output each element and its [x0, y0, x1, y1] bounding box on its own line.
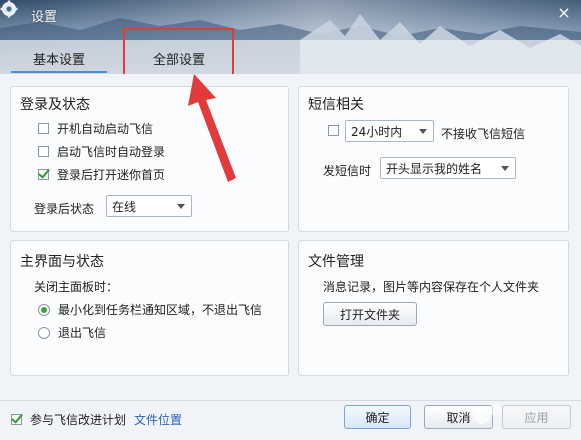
settings-window: 设置 × 基本设置 全部设置 登录及状态 开机自动启动飞信 启动飞信时自动登录: [0, 0, 581, 440]
option-minimize-to-tray[interactable]: 最小化到任务栏通知区域，不退出飞信: [38, 301, 262, 318]
main-ui-title: 主界面与状态: [20, 254, 104, 270]
main-ui-panel: 主界面与状态 关闭主面板时： 最小化到任务栏通知区域，不退出飞信 退出飞信: [10, 240, 289, 376]
send-option-select[interactable]: 开头显示我的姓名: [380, 157, 516, 179]
exit-radio[interactable]: [38, 326, 50, 339]
hours-value: 24小时内: [351, 124, 403, 139]
file-management-desc: 消息记录，图片等内容保存在个人文件夹: [323, 280, 540, 294]
auto-login-label: 启动飞信时自动登录: [57, 145, 166, 159]
close-panel-label: 关闭主面板时：: [34, 280, 119, 294]
option-exit[interactable]: 退出飞信: [38, 324, 106, 341]
watermark-logo: [474, 404, 502, 424]
minimize-radio[interactable]: [38, 303, 50, 316]
login-status-select[interactable]: 在线: [106, 195, 192, 217]
option-open-mini-home[interactable]: 登录后打开迷你首页: [38, 166, 165, 183]
tab-basic-settings[interactable]: 基本设置: [11, 44, 107, 72]
annotation-highlight-box: [123, 28, 234, 77]
auto-start-label: 开机自动启动飞信: [57, 122, 154, 136]
header-banner: 设置 × 基本设置 全部设置: [0, 0, 581, 74]
tab-basic-settings-label: 基本设置: [32, 52, 85, 68]
send-label: 发短信时: [323, 164, 372, 178]
exit-label: 退出飞信: [58, 326, 107, 340]
open-folder-label: 打开文件夹: [339, 307, 400, 322]
file-management-title: 文件管理: [308, 254, 364, 270]
file-location-link[interactable]: 文件位置: [134, 411, 182, 428]
chevron-down-icon: [177, 204, 185, 209]
ok-label: 确定: [365, 410, 390, 425]
close-icon: ×: [557, 2, 571, 22]
send-option-value: 开头显示我的姓名: [386, 161, 483, 176]
auto-start-checkbox[interactable]: [38, 123, 49, 134]
login-status-label: 登录后状态: [34, 202, 95, 216]
open-mini-home-label: 登录后打开迷你首页: [57, 168, 166, 182]
login-status-value: 在线: [112, 199, 137, 214]
option-auto-login[interactable]: 启动飞信时自动登录: [38, 143, 165, 160]
minimize-label: 最小化到任务栏通知区域，不退出飞信: [58, 303, 263, 317]
hours-select[interactable]: 24小时内: [345, 120, 434, 142]
annotation-arrow: [188, 74, 236, 182]
sms-panel: 短信相关 24小时内 不接收飞信短信 发短信时 开头显示我的姓名: [298, 86, 569, 232]
gear-icon: [0, 0, 18, 18]
sms-title: 短信相关: [308, 97, 364, 113]
improve-plan-checkbox[interactable]: [11, 414, 22, 425]
chevron-down-icon: [419, 129, 427, 134]
option-auto-start[interactable]: 开机自动启动飞信: [38, 120, 153, 137]
improve-plan-option[interactable]: 参与飞信改进计划: [11, 411, 126, 428]
login-status-panel: 登录及状态 开机自动启动飞信 启动飞信时自动登录 登录后打开迷你首页 登录后状态…: [10, 86, 289, 232]
no-receive-label: 不接收飞信短信: [441, 127, 526, 141]
login-status-title: 登录及状态: [20, 97, 90, 113]
auto-login-checkbox[interactable]: [38, 146, 49, 157]
ok-button[interactable]: 确定: [344, 405, 411, 429]
improve-plan-label: 参与飞信改进计划: [30, 413, 127, 427]
file-management-panel: 文件管理 消息记录，图片等内容保存在个人文件夹 打开文件夹: [298, 240, 569, 376]
close-button[interactable]: ×: [549, 1, 579, 23]
title-bar: 设置 ×: [0, 0, 581, 28]
chevron-down-icon: [501, 166, 509, 171]
window-title: 设置: [31, 10, 58, 25]
open-folder-button[interactable]: 打开文件夹: [323, 302, 417, 326]
active-tab-indicator: [11, 71, 107, 73]
open-mini-home-checkbox[interactable]: [38, 169, 49, 180]
no-receive-checkbox[interactable]: [328, 125, 339, 136]
